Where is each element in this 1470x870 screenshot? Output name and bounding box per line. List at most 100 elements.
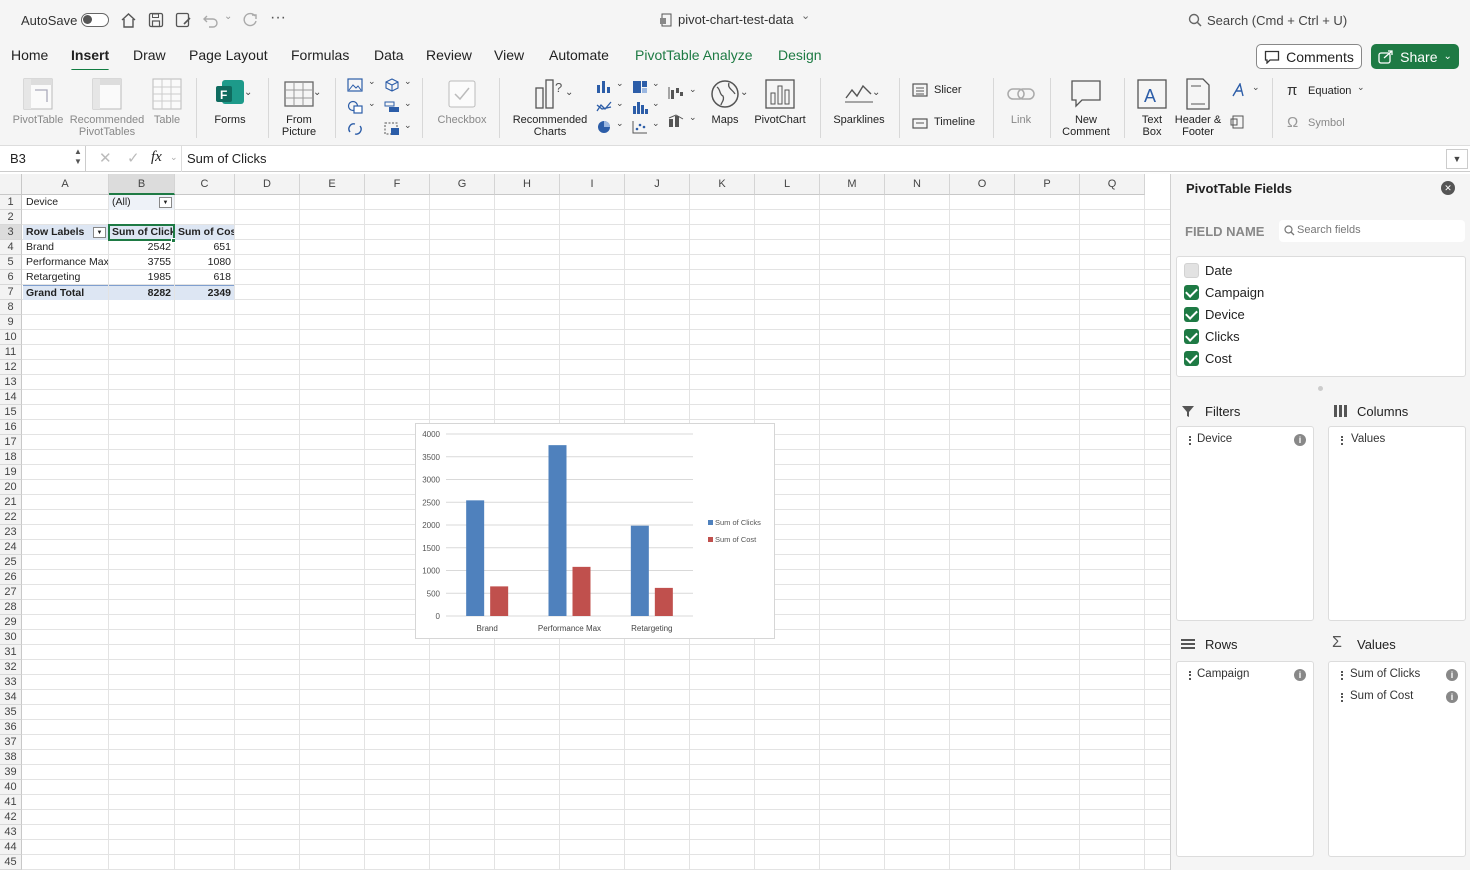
- table-cell-clicks[interactable]: 2542: [109, 240, 174, 255]
- equation-button[interactable]: Equation: [1308, 85, 1351, 97]
- save-as-icon[interactable]: [175, 12, 192, 28]
- row-header-10[interactable]: 10: [0, 330, 22, 345]
- drag-handle-icon[interactable]: [1341, 436, 1344, 445]
- row-header-42[interactable]: 42: [0, 810, 22, 825]
- waterfall-chart-chevron-icon[interactable]: ⌄: [689, 84, 697, 95]
- row-header-15[interactable]: 15: [0, 405, 22, 420]
- sum-of-cost-header[interactable]: Sum of Cost: [175, 225, 234, 240]
- field-checkbox-device[interactable]: [1184, 307, 1199, 322]
- filter-label-cell[interactable]: Device: [23, 195, 108, 210]
- row-header-38[interactable]: 38: [0, 750, 22, 765]
- field-label-date[interactable]: Date: [1205, 263, 1232, 278]
- info-icon[interactable]: i: [1446, 691, 1458, 703]
- recommended-pivottables-button[interactable]: Recommended PivotTables: [68, 78, 146, 138]
- combo-chart-icon[interactable]: [668, 114, 684, 128]
- combo-chart-chevron-icon[interactable]: ⌄: [689, 112, 697, 123]
- recommended-charts-button[interactable]: ? Recommended Charts: [510, 78, 590, 138]
- undo-icon[interactable]: [202, 12, 220, 28]
- maps-chevron-icon[interactable]: ⌄: [740, 87, 748, 98]
- save-icon[interactable]: [148, 12, 164, 28]
- table-button[interactable]: Table: [150, 78, 184, 126]
- select-all-corner[interactable]: [0, 174, 22, 195]
- header-footer-button[interactable]: Header & Footer: [1172, 78, 1224, 138]
- 3d-models-icon[interactable]: [384, 78, 400, 92]
- column-chart-icon[interactable]: [596, 80, 612, 94]
- function-chevron-icon[interactable]: ⌄: [170, 152, 178, 163]
- info-icon[interactable]: i: [1446, 669, 1458, 681]
- column-header-k[interactable]: K: [690, 174, 755, 195]
- name-box[interactable]: B3 ▲ ▼: [0, 146, 86, 172]
- row-header-13[interactable]: 13: [0, 375, 22, 390]
- smartart-icon[interactable]: [384, 100, 400, 114]
- screenshot-chevron-icon[interactable]: ⌄: [404, 120, 412, 131]
- row-header-40[interactable]: 40: [0, 780, 22, 795]
- waterfall-chart-icon[interactable]: [668, 86, 684, 100]
- tab-home[interactable]: Home: [11, 47, 48, 63]
- field-checkbox-cost[interactable]: [1184, 351, 1199, 366]
- scatter-chart-chevron-icon[interactable]: ⌄: [652, 118, 660, 129]
- expand-formula-icon[interactable]: ▼: [1446, 149, 1468, 169]
- row-header-25[interactable]: 25: [0, 555, 22, 570]
- drag-handle-icon[interactable]: [1189, 671, 1192, 680]
- share-button[interactable]: Share ⌄: [1371, 44, 1459, 69]
- home-icon[interactable]: [120, 12, 137, 28]
- row-header-2[interactable]: 2: [0, 210, 22, 225]
- pivottable-button[interactable]: PivotTable: [10, 78, 66, 126]
- row-header-19[interactable]: 19: [0, 465, 22, 480]
- statistic-chart-icon[interactable]: [632, 100, 648, 114]
- statistic-chart-chevron-icon[interactable]: ⌄: [652, 98, 660, 109]
- columns-item-values[interactable]: Values: [1351, 433, 1385, 445]
- column-header-j[interactable]: J: [625, 174, 690, 195]
- hierarchy-chart-icon[interactable]: [632, 80, 648, 94]
- row-header-20[interactable]: 20: [0, 480, 22, 495]
- row-header-21[interactable]: 21: [0, 495, 22, 510]
- slicer-button[interactable]: Slicer: [934, 84, 962, 96]
- row-header-22[interactable]: 22: [0, 510, 22, 525]
- row-header-26[interactable]: 26: [0, 570, 22, 585]
- values-item-sum-of-cost[interactable]: Sum of Cost: [1350, 690, 1413, 702]
- screenshot-icon[interactable]: [384, 122, 400, 136]
- sum-of-clicks-header[interactable]: Sum of Clicks: [108, 224, 175, 241]
- close-icon[interactable]: ✕: [1441, 181, 1455, 195]
- grand-total-clicks[interactable]: 8282: [109, 285, 174, 300]
- icons-icon[interactable]: [347, 122, 363, 136]
- column-header-a[interactable]: A: [22, 174, 109, 195]
- filters-item-device[interactable]: Device: [1197, 433, 1232, 445]
- scatter-chart-icon[interactable]: [632, 120, 648, 134]
- values-item-sum-of-clicks[interactable]: Sum of Clicks: [1350, 668, 1420, 680]
- row-header-39[interactable]: 39: [0, 765, 22, 780]
- table-cell-clicks[interactable]: 1985: [109, 270, 174, 285]
- pie-chart-chevron-icon[interactable]: ⌄: [616, 118, 624, 129]
- column-header-i[interactable]: I: [560, 174, 625, 195]
- field-label-cost[interactable]: Cost: [1205, 351, 1232, 366]
- filters-area[interactable]: Device i: [1176, 426, 1314, 621]
- column-header-n[interactable]: N: [885, 174, 950, 195]
- tab-data[interactable]: Data: [374, 47, 404, 63]
- formula-input[interactable]: Sum of Clicks: [187, 151, 266, 166]
- column-header-g[interactable]: G: [430, 174, 495, 195]
- row-header-16[interactable]: 16: [0, 420, 22, 435]
- table-row-label[interactable]: Brand: [23, 240, 108, 255]
- row-header-28[interactable]: 28: [0, 600, 22, 615]
- row-header-24[interactable]: 24: [0, 540, 22, 555]
- new-comment-button[interactable]: New Comment: [1060, 78, 1112, 138]
- table-cell-clicks[interactable]: 3755: [109, 255, 174, 270]
- column-chart-chevron-icon[interactable]: ⌄: [616, 78, 624, 89]
- column-header-l[interactable]: L: [755, 174, 820, 195]
- column-header-f[interactable]: F: [365, 174, 430, 195]
- field-label-clicks[interactable]: Clicks: [1205, 329, 1240, 344]
- link-button[interactable]: Link: [1002, 78, 1040, 126]
- filter-dropdown-icon[interactable]: ▼: [159, 197, 172, 208]
- field-checkbox-clicks[interactable]: [1184, 329, 1199, 344]
- symbol-button[interactable]: Symbol: [1308, 117, 1345, 129]
- tab-automate[interactable]: Automate: [549, 47, 609, 63]
- autosave-toggle[interactable]: [81, 13, 109, 27]
- column-header-p[interactable]: P: [1015, 174, 1080, 195]
- column-header-q[interactable]: Q: [1080, 174, 1145, 195]
- column-header-c[interactable]: C: [175, 174, 235, 195]
- checkbox-button[interactable]: Checkbox: [436, 78, 488, 126]
- row-header-23[interactable]: 23: [0, 525, 22, 540]
- row-header-33[interactable]: 33: [0, 675, 22, 690]
- drag-handle-icon[interactable]: [1189, 436, 1192, 445]
- row-header-7[interactable]: 7: [0, 285, 22, 300]
